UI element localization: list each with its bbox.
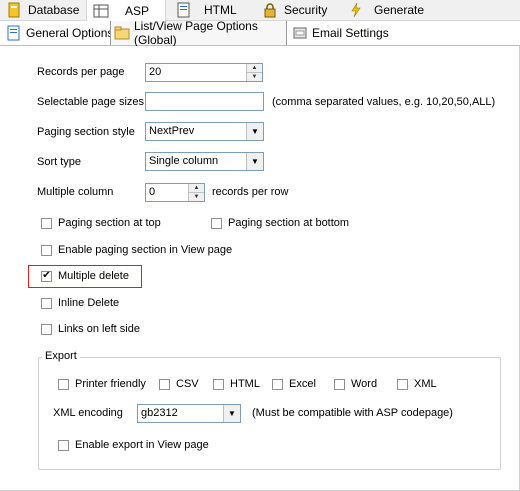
- spin-down-icon[interactable]: ▼: [189, 193, 204, 201]
- xml-encoding-select[interactable]: gb2312 ▼: [137, 404, 241, 423]
- grid-icon: [93, 3, 109, 19]
- export-csv-label: CSV: [176, 378, 199, 390]
- checkbox-box[interactable]: [397, 378, 408, 390]
- tab-html-label: HTML: [204, 3, 237, 17]
- export-word-label: Word: [351, 378, 378, 390]
- export-excel-label: Excel: [289, 378, 316, 390]
- export-view-page-checkbox[interactable]: Enable export in View page: [58, 439, 209, 451]
- subtab-email-settings[interactable]: Email Settings: [292, 21, 389, 45]
- inline-delete-label: Inline Delete: [58, 297, 120, 309]
- paging-bottom-checkbox[interactable]: Paging section at bottom: [211, 217, 349, 229]
- tab-html[interactable]: HTML: [176, 0, 237, 20]
- tab-asp-label: ASP: [125, 3, 150, 18]
- inline-delete-checkbox[interactable]: Inline Delete: [41, 297, 119, 309]
- export-html-label: HTML: [230, 378, 260, 390]
- checkbox-box[interactable]: [159, 378, 170, 390]
- multiple-delete-checkbox[interactable]: ✔ Multiple delete: [41, 270, 129, 282]
- export-printer-friendly-checkbox[interactable]: Printer friendly: [58, 378, 146, 390]
- database-icon: [6, 2, 22, 18]
- checkbox-box[interactable]: [41, 244, 52, 256]
- subtab-general-options-label: General Options: [26, 26, 114, 40]
- top-tab-bar: Database ASP HTML Security Generate: [0, 0, 520, 21]
- tab-generate-label: Generate: [374, 3, 425, 17]
- page-icon: [6, 25, 22, 41]
- paging-view-label: Enable paging section in View page: [58, 244, 233, 256]
- subtab-email-settings-label: Email Settings: [312, 26, 389, 40]
- records-per-page-label: Records per page: [37, 66, 125, 78]
- xml-encoding-value: gb2312: [141, 407, 178, 419]
- tab-asp[interactable]: ASP: [86, 0, 166, 21]
- lock-icon: [262, 2, 278, 18]
- checkbox-box[interactable]: ✔: [41, 270, 52, 282]
- spin-down-icon[interactable]: ▼: [247, 73, 262, 81]
- tab-security-label: Security: [284, 3, 328, 17]
- sort-type-label: Sort type: [37, 156, 82, 168]
- export-group-title: Export: [42, 350, 80, 362]
- chevron-down-icon[interactable]: ▼: [246, 123, 263, 140]
- selectable-page-sizes-label: Selectable page sizes: [37, 96, 145, 108]
- multiple-column-suffix: records per row: [212, 186, 289, 198]
- records-per-page-value: 20: [149, 66, 162, 78]
- multiple-delete-label: Multiple delete: [58, 270, 129, 282]
- selectable-page-sizes-hint: (comma separated values, e.g. 10,20,50,A…: [272, 96, 496, 108]
- export-printer-friendly-label: Printer friendly: [75, 378, 146, 390]
- checkbox-box[interactable]: [41, 297, 52, 309]
- paging-view-checkbox[interactable]: Enable paging section in View page: [41, 244, 232, 256]
- chevron-down-icon[interactable]: ▼: [223, 405, 240, 422]
- chevron-down-icon[interactable]: ▼: [246, 153, 263, 170]
- xml-encoding-label: XML encoding: [53, 407, 123, 419]
- checkbox-box[interactable]: [272, 378, 283, 390]
- subtab-general-options[interactable]: General Options: [6, 21, 113, 45]
- sort-type-select[interactable]: Single column ▼: [145, 152, 264, 171]
- paging-style-label: Paging section style: [37, 126, 135, 138]
- multiple-column-spinner[interactable]: ▲ ▼: [188, 184, 204, 201]
- export-html-checkbox[interactable]: HTML: [213, 378, 260, 390]
- multiple-column-input[interactable]: 0 ▲ ▼: [145, 183, 205, 202]
- paging-bottom-label: Paging section at bottom: [228, 217, 350, 229]
- selectable-page-sizes-input[interactable]: [145, 92, 264, 111]
- multiple-column-label: Multiple column: [37, 186, 114, 198]
- paging-style-select[interactable]: NextPrev ▼: [145, 122, 264, 141]
- checkbox-box[interactable]: [58, 439, 69, 451]
- export-excel-checkbox[interactable]: Excel: [272, 378, 316, 390]
- tab-database[interactable]: Database: [6, 0, 79, 20]
- spin-up-icon[interactable]: ▲: [247, 64, 262, 73]
- links-left-label: Links on left side: [58, 323, 140, 335]
- checkbox-box[interactable]: [41, 323, 52, 335]
- html-page-icon: [176, 2, 192, 18]
- tab-security[interactable]: Security: [262, 0, 327, 20]
- export-xml-label: XML: [414, 378, 437, 390]
- records-per-page-input[interactable]: 20 ▲ ▼: [145, 63, 263, 82]
- export-view-page-label: Enable export in View page: [75, 439, 209, 451]
- checkbox-box[interactable]: [213, 378, 224, 390]
- links-left-checkbox[interactable]: Links on left side: [41, 323, 140, 335]
- lightning-icon: [348, 2, 364, 18]
- sort-type-value: Single column: [149, 155, 219, 167]
- xml-encoding-hint: (Must be compatible with ASP codepage): [252, 407, 453, 419]
- paging-top-checkbox[interactable]: Paging section at top: [41, 217, 161, 229]
- checkbox-box[interactable]: [41, 217, 52, 229]
- paging-top-label: Paging section at top: [58, 217, 161, 229]
- export-xml-checkbox[interactable]: XML: [397, 378, 437, 390]
- folder-icon: [114, 25, 130, 41]
- export-word-checkbox[interactable]: Word: [334, 378, 377, 390]
- spin-up-icon[interactable]: ▲: [189, 184, 204, 193]
- subtab-list-view-options-label: List/View Page Options (Global): [134, 19, 258, 47]
- records-per-page-spinner[interactable]: ▲ ▼: [246, 64, 262, 81]
- export-csv-checkbox[interactable]: CSV: [159, 378, 199, 390]
- multiple-column-value: 0: [149, 186, 156, 198]
- tab-generate[interactable]: Generate: [348, 0, 424, 20]
- subtab-list-view-options[interactable]: List/View Page Options (Global): [110, 19, 287, 47]
- paging-style-value: NextPrev: [149, 125, 195, 137]
- tab-database-label: Database: [28, 3, 80, 17]
- checkbox-box[interactable]: [58, 378, 69, 390]
- email-icon: [292, 25, 308, 41]
- checkbox-box[interactable]: [334, 378, 345, 390]
- sub-tab-bar: General Options List/View Page Options (…: [0, 19, 520, 47]
- checkbox-box[interactable]: [211, 217, 222, 229]
- list-view-options-panel: Records per page 20 ▲ ▼ Selectable page s…: [0, 46, 520, 491]
